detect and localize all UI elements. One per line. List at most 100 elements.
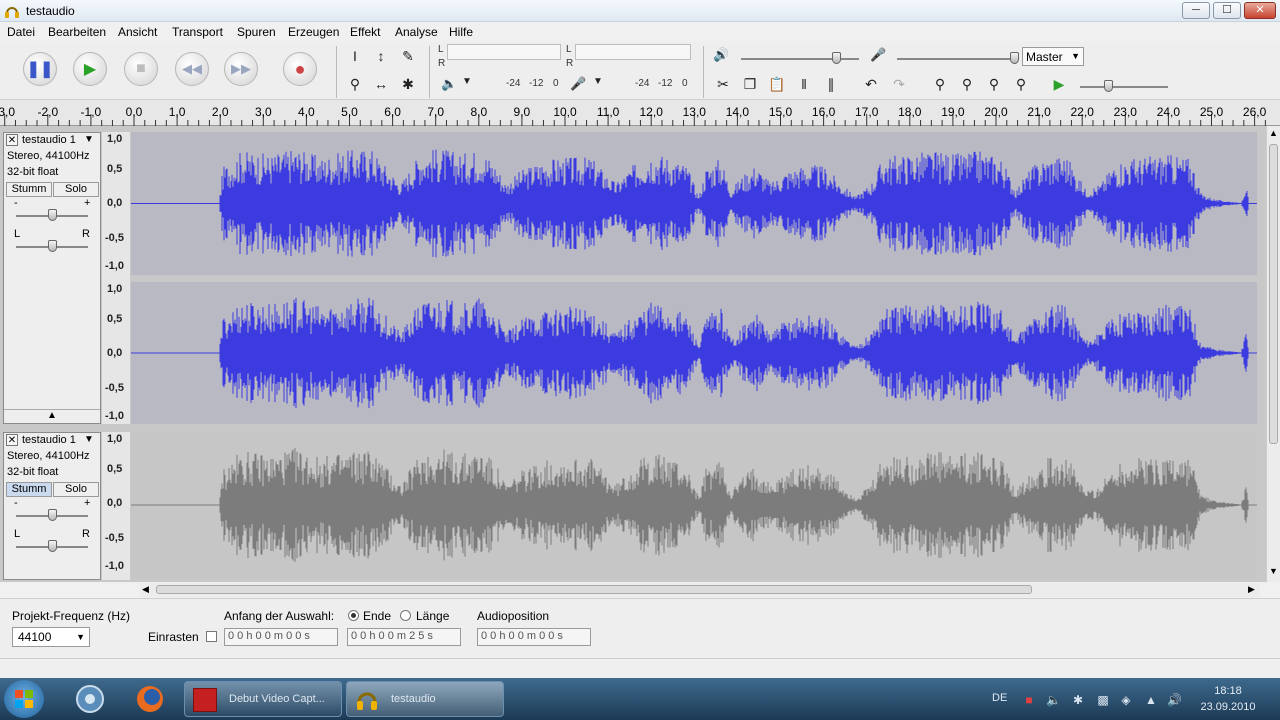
clock-time[interactable]: 18:18 bbox=[1200, 685, 1256, 697]
scale-label: 0,5 bbox=[107, 163, 123, 175]
pause-button[interactable]: ❚❚ bbox=[23, 52, 57, 86]
menu-ansicht[interactable]: Ansicht bbox=[118, 25, 157, 39]
playback-speed-slider[interactable] bbox=[1080, 86, 1168, 88]
solo-button[interactable]: Solo bbox=[53, 482, 99, 497]
playback-speed-thumb[interactable] bbox=[1104, 80, 1113, 92]
track-control-panel[interactable]: ✕ testaudio 1 ▼ Stereo, 44100Hz 32-bit f… bbox=[3, 432, 101, 580]
scroll-down-icon[interactable]: ▼ bbox=[1269, 566, 1278, 576]
volume-icon[interactable]: 🔊 bbox=[1167, 693, 1182, 707]
selection-start-field[interactable]: 0 0 h 0 0 m 0 0 s bbox=[224, 628, 338, 646]
zoom-in-icon[interactable]: ⚲ bbox=[929, 73, 951, 95]
selection-tool-icon[interactable]: I bbox=[344, 45, 366, 67]
zoom-out-icon[interactable]: ⚲ bbox=[956, 73, 978, 95]
menu-hilfe[interactable]: Hilfe bbox=[449, 25, 473, 39]
scale-label: 0,0 bbox=[107, 197, 123, 209]
menu-transport[interactable]: Transport bbox=[172, 25, 223, 39]
menu-effekt[interactable]: Effekt bbox=[350, 25, 380, 39]
pan-thumb[interactable] bbox=[48, 240, 57, 252]
input-volume-thumb[interactable] bbox=[1010, 52, 1019, 64]
waveform-right-channel[interactable] bbox=[130, 282, 1257, 424]
close-track-icon[interactable]: ✕ bbox=[6, 134, 18, 146]
shield-icon[interactable]: ◈ bbox=[1119, 693, 1133, 707]
vertical-scrollbar[interactable]: ▲ ▼ bbox=[1266, 126, 1280, 582]
menu-erzeugen[interactable]: Erzeugen bbox=[288, 25, 339, 39]
clock-date[interactable]: 23.09.2010 bbox=[1194, 701, 1262, 713]
redo-icon[interactable]: ↷ bbox=[888, 73, 910, 95]
copy-icon[interactable]: ❐ bbox=[739, 73, 761, 95]
undo-icon[interactable]: ↶ bbox=[860, 73, 882, 95]
track-name[interactable]: testaudio 1 bbox=[22, 134, 76, 146]
skip-end-button[interactable]: ▶▶ bbox=[224, 52, 258, 86]
close-track-icon[interactable]: ✕ bbox=[6, 434, 18, 446]
output-volume-thumb[interactable] bbox=[832, 52, 841, 64]
minimize-button[interactable]: ─ bbox=[1182, 2, 1210, 19]
pinned-app-icon[interactable] bbox=[72, 682, 108, 716]
envelope-tool-icon[interactable]: ↕ bbox=[370, 45, 392, 67]
fit-selection-icon[interactable]: ⚲ bbox=[983, 73, 1005, 95]
paste-icon[interactable]: 📋 bbox=[766, 73, 788, 95]
chevron-down-icon[interactable]: ▼ bbox=[462, 76, 472, 87]
task-testaudio[interactable]: testaudio bbox=[346, 681, 504, 717]
maximize-button[interactable]: ☐ bbox=[1213, 2, 1241, 19]
menu-datei[interactable]: Datei bbox=[7, 25, 35, 39]
track-name[interactable]: testaudio 1 bbox=[22, 434, 76, 446]
end-radio[interactable] bbox=[348, 610, 359, 621]
scroll-left-icon[interactable]: ◀ bbox=[142, 584, 149, 595]
chevron-down-icon[interactable]: ▼ bbox=[84, 134, 94, 145]
task-debut-video[interactable]: Debut Video Capt... bbox=[184, 681, 342, 717]
play-at-speed-icon[interactable]: ▶ bbox=[1048, 73, 1070, 95]
selection-end-field[interactable]: 0 0 h 0 0 m 2 5 s bbox=[347, 628, 461, 646]
play-button[interactable]: ▶ bbox=[73, 52, 107, 86]
firefox-icon[interactable] bbox=[132, 682, 168, 716]
timeshift-tool-icon[interactable]: ↔ bbox=[370, 73, 392, 95]
close-button[interactable]: ✕ bbox=[1244, 2, 1276, 19]
trim-icon[interactable]: ‖ bbox=[793, 73, 815, 95]
project-rate-select[interactable]: 44100 ▼ bbox=[12, 627, 90, 647]
amplitude-scale: 1,0 0,5 0,0 -0,5 -1,0 bbox=[102, 432, 130, 580]
mute-button[interactable]: Stumm bbox=[6, 182, 52, 197]
horizontal-scrollbar[interactable]: ◀ ▶ bbox=[140, 583, 1260, 597]
track-control-panel[interactable]: ✕ testaudio 1 ▼ Stereo, 44100Hz 32-bit f… bbox=[3, 132, 101, 424]
fit-project-icon[interactable]: ⚲ bbox=[1010, 73, 1032, 95]
start-button[interactable] bbox=[4, 680, 44, 718]
menu-bearbeiten[interactable]: Bearbeiten bbox=[48, 25, 106, 39]
chevron-down-icon[interactable]: ▼ bbox=[84, 434, 94, 445]
length-radio[interactable] bbox=[400, 610, 411, 621]
collapse-track-icon[interactable]: ▲ bbox=[4, 409, 100, 423]
menu-spuren[interactable]: Spuren bbox=[237, 25, 276, 39]
stop-button[interactable]: ■ bbox=[124, 52, 158, 86]
gain-thumb[interactable] bbox=[48, 209, 57, 221]
network-icon[interactable]: ▩ bbox=[1096, 693, 1110, 707]
record-tray-icon[interactable]: ■ bbox=[1022, 693, 1036, 707]
solo-button[interactable]: Solo bbox=[53, 182, 99, 197]
vertical-scroll-thumb[interactable] bbox=[1269, 144, 1278, 444]
cut-icon[interactable]: ✂ bbox=[712, 73, 734, 95]
ruler-tick-label: 6,0 bbox=[384, 105, 401, 119]
pan-thumb[interactable] bbox=[48, 540, 57, 552]
input-volume-slider[interactable] bbox=[897, 58, 1015, 60]
zoom-tool-icon[interactable]: ⚲ bbox=[344, 73, 366, 95]
snap-checkbox[interactable] bbox=[206, 631, 217, 642]
horizontal-scroll-thumb[interactable] bbox=[156, 585, 1032, 594]
gain-thumb[interactable] bbox=[48, 509, 57, 521]
signal-icon[interactable]: ▲ bbox=[1144, 693, 1158, 707]
waveform-mono-channel[interactable] bbox=[130, 432, 1257, 578]
mute-button[interactable]: Stumm bbox=[6, 482, 52, 497]
chevron-down-icon[interactable]: ▼ bbox=[593, 76, 603, 87]
skip-start-button[interactable]: ◀◀ bbox=[175, 52, 209, 86]
language-indicator[interactable]: DE bbox=[992, 692, 1007, 704]
scroll-up-icon[interactable]: ▲ bbox=[1269, 128, 1278, 138]
scroll-right-icon[interactable]: ▶ bbox=[1248, 584, 1255, 595]
menu-analyse[interactable]: Analyse bbox=[395, 25, 438, 39]
output-volume-slider[interactable] bbox=[741, 58, 859, 60]
multi-tool-icon[interactable]: ✱ bbox=[397, 73, 419, 95]
record-button[interactable]: ● bbox=[283, 52, 317, 86]
waveform-left-channel[interactable] bbox=[130, 132, 1257, 275]
speaker-tray-icon[interactable]: 🔈 bbox=[1046, 693, 1061, 707]
silence-icon[interactable]: ∥ bbox=[820, 73, 842, 95]
mixer-source-select[interactable]: Master ▼ bbox=[1022, 47, 1084, 66]
timeline-ruler[interactable]: -3,0 -2,0 -1,0 0,0 1,0 2,0 3,0 4,0 5,0 6,0 7,0 8,0 9… bbox=[0, 100, 1280, 126]
bluetooth-icon[interactable]: ✱ bbox=[1071, 693, 1085, 707]
audio-position-field[interactable]: 0 0 h 0 0 m 0 0 s bbox=[477, 628, 591, 646]
draw-tool-icon[interactable]: ✎ bbox=[397, 45, 419, 67]
